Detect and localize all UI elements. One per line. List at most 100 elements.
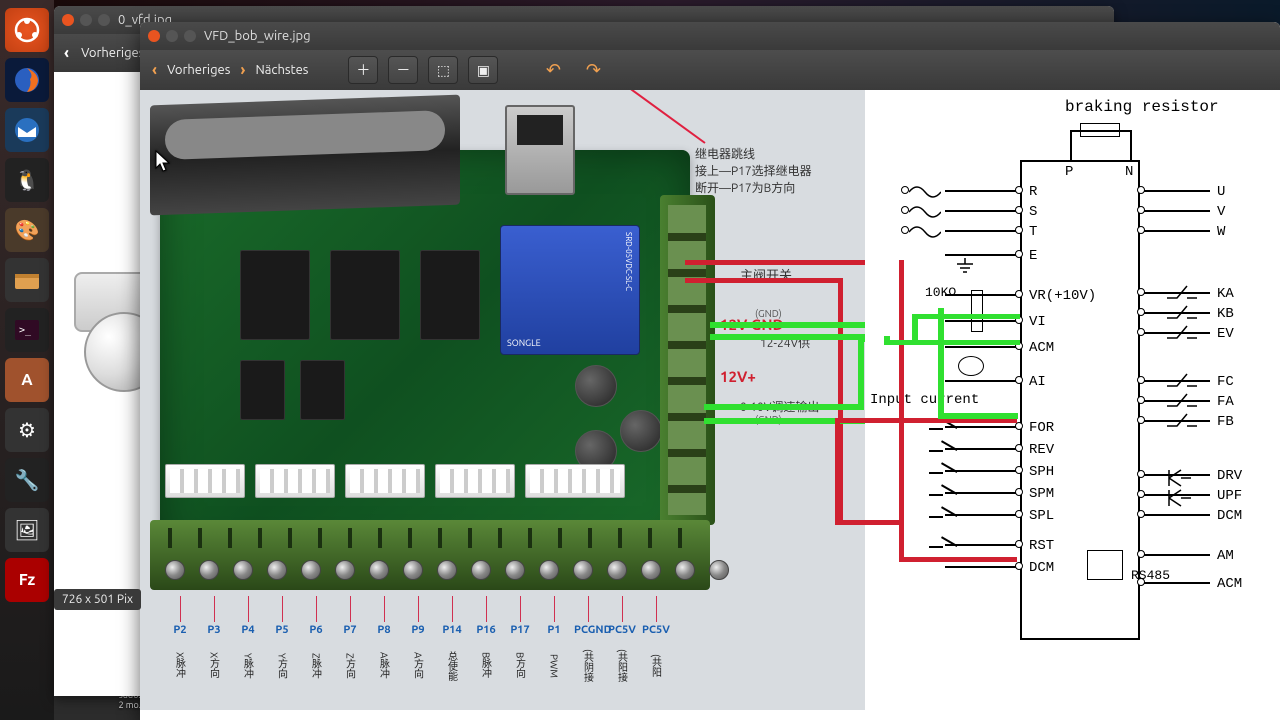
db25-connector bbox=[150, 95, 460, 216]
prev-arrow-icon[interactable]: ‹ bbox=[64, 44, 69, 62]
wire-overlay-green bbox=[938, 413, 1018, 419]
schematic-terminal-label: W bbox=[1217, 224, 1225, 240]
usb-port bbox=[505, 105, 575, 195]
window-controls bbox=[62, 14, 110, 26]
schematic-terminal-label: DCM bbox=[1217, 508, 1242, 524]
schematic-title: braking resistor bbox=[1065, 98, 1219, 116]
terminal-block-bottom bbox=[150, 520, 710, 590]
rotate-left-button[interactable]: ↶ bbox=[538, 56, 568, 84]
annotation-arrow bbox=[559, 90, 706, 144]
launcher-terminal-icon[interactable]: >_ bbox=[5, 308, 49, 352]
maximize-icon[interactable] bbox=[184, 30, 196, 42]
header-connector bbox=[435, 464, 515, 498]
annotation-12v-plus: 12V+ bbox=[720, 368, 756, 385]
titlebar-front[interactable]: VFD_bob_wire.jpg bbox=[140, 22, 1280, 50]
close-icon[interactable] bbox=[148, 30, 160, 42]
launcher-thunderbird-icon[interactable] bbox=[5, 108, 49, 152]
launcher-settings-icon[interactable]: ⚙ bbox=[5, 408, 49, 452]
wire-overlay-red bbox=[685, 278, 843, 283]
wire-overlay-green bbox=[704, 404, 864, 410]
ic-chip bbox=[240, 360, 285, 420]
launcher-dash-icon[interactable] bbox=[5, 8, 49, 52]
schematic-terminal-label: R bbox=[1029, 184, 1037, 200]
next-label[interactable]: Nächstes bbox=[255, 63, 308, 77]
schematic-terminal-label: FC bbox=[1217, 374, 1234, 390]
schematic-terminal-label: DRV bbox=[1217, 468, 1242, 484]
terminal-block-right bbox=[660, 195, 715, 525]
schematic-terminal-label: AM bbox=[1217, 548, 1234, 564]
pcb-board: SONGLE SRD-05VDC-SL-C bbox=[160, 150, 690, 550]
annotation-gnd: (GND) bbox=[755, 308, 782, 319]
header-connector bbox=[345, 464, 425, 498]
minimize-icon[interactable] bbox=[80, 14, 92, 26]
unity-launcher: 🐧 🎨 >_ A ⚙ 🔧 🖼 Fz bbox=[0, 0, 54, 720]
pin-label: P14总使能 bbox=[438, 596, 466, 693]
zoom-out-button[interactable]: － bbox=[388, 56, 418, 84]
launcher-imageviewer-icon[interactable]: 🖼 bbox=[5, 508, 49, 552]
wire-overlay-green bbox=[938, 308, 944, 418]
schematic-terminal-label: U bbox=[1217, 184, 1225, 200]
close-icon[interactable] bbox=[62, 14, 74, 26]
launcher-tool-icon[interactable]: 🔧 bbox=[5, 458, 49, 502]
wire-overlay-green bbox=[858, 336, 864, 410]
wire-overlay-red bbox=[899, 260, 904, 562]
header-connector bbox=[165, 464, 245, 498]
capacitor bbox=[620, 410, 662, 452]
schematic-terminal-label: AI bbox=[1029, 374, 1046, 390]
current-source-symbol bbox=[958, 356, 984, 376]
launcher-software-icon[interactable]: A bbox=[5, 358, 49, 402]
pin-label: PCGND(共阴接 bbox=[574, 596, 602, 693]
toolbar-front: ‹ Vorheriges › Nächstes ＋ － ⬚ ▣ ↶ ↷ bbox=[140, 50, 1280, 90]
capacitor bbox=[575, 365, 617, 407]
schematic-terminal-label: FOR bbox=[1029, 420, 1054, 436]
svg-text:>_: >_ bbox=[19, 325, 32, 336]
pin-label: PC5V(共阳接 bbox=[608, 596, 636, 693]
schematic-terminal-label: UPF bbox=[1217, 488, 1242, 504]
launcher-files-icon[interactable] bbox=[5, 258, 49, 302]
schematic-terminal-label: SPM bbox=[1029, 486, 1054, 502]
prev-label[interactable]: Vorheriges bbox=[167, 63, 230, 77]
launcher-gimp-icon[interactable]: 🎨 bbox=[5, 208, 49, 252]
launcher-app-icon[interactable]: 🐧 bbox=[5, 158, 49, 202]
schematic-terminal-label: FB bbox=[1217, 414, 1234, 430]
launcher-filezilla-icon[interactable]: Fz bbox=[5, 558, 49, 602]
pin-label: P1PWM bbox=[540, 596, 568, 693]
image-size-tooltip: 726 x 501 Pix bbox=[54, 589, 141, 610]
pin-label: P6Z脉冲 bbox=[302, 596, 330, 693]
schematic-terminal-label: T bbox=[1029, 224, 1037, 240]
wire-overlay-green bbox=[884, 340, 1020, 345]
schematic-terminal-label: SPL bbox=[1029, 508, 1054, 524]
schematic-terminal-label: KB bbox=[1217, 306, 1234, 322]
rotate-right-button[interactable]: ↷ bbox=[578, 56, 608, 84]
ic-chip bbox=[330, 250, 400, 340]
minimize-icon[interactable] bbox=[166, 30, 178, 42]
pin-label: P4Y脉冲 bbox=[234, 596, 262, 693]
wire-overlay-green bbox=[710, 334, 880, 340]
pin-label: PC5V(共阳 bbox=[642, 596, 670, 693]
prev-arrow-icon[interactable]: ‹ bbox=[152, 61, 157, 79]
schematic-terminal-label: RST bbox=[1029, 538, 1054, 554]
maximize-icon[interactable] bbox=[98, 14, 110, 26]
schematic-region: braking resistor P N RSTEVR(+10V)VIACMAI… bbox=[865, 90, 1280, 720]
next-arrow-icon[interactable]: › bbox=[240, 61, 245, 79]
zoom-actual-button[interactable]: ▣ bbox=[468, 56, 498, 84]
launcher-firefox-icon[interactable] bbox=[5, 58, 49, 102]
header-connector bbox=[525, 464, 625, 498]
pcb-photo-region: SONGLE SRD-05VDC-SL-C bbox=[140, 90, 865, 710]
pin-label: P7Z方向 bbox=[336, 596, 364, 693]
window-controls bbox=[148, 30, 196, 42]
schematic-terminal-label: REV bbox=[1029, 442, 1054, 458]
pin-label: P8A脉冲 bbox=[370, 596, 398, 693]
image-viewer-window-foreground[interactable]: VFD_bob_wire.jpg ‹ Vorheriges › Nächstes… bbox=[140, 22, 1280, 720]
resistor-symbol bbox=[1080, 123, 1120, 137]
pin-label: P16B脉冲 bbox=[472, 596, 500, 693]
zoom-fit-button[interactable]: ⬚ bbox=[428, 56, 458, 84]
image-canvas-front[interactable]: SONGLE SRD-05VDC-SL-C bbox=[140, 90, 1280, 720]
pin-label-row: P2X脉冲P3X方向P4Y脉冲P5Y方向P6Z脉冲P7Z方向P8A脉冲P9A方向… bbox=[160, 596, 720, 706]
zoom-in-button[interactable]: ＋ bbox=[348, 56, 378, 84]
schematic-terminal-label: ACM bbox=[1029, 340, 1054, 356]
ic-chip bbox=[300, 360, 345, 420]
wire-overlay-green bbox=[912, 314, 1020, 319]
pin-label: P2X脉冲 bbox=[166, 596, 194, 693]
prev-label[interactable]: Vorheriges bbox=[81, 46, 144, 60]
